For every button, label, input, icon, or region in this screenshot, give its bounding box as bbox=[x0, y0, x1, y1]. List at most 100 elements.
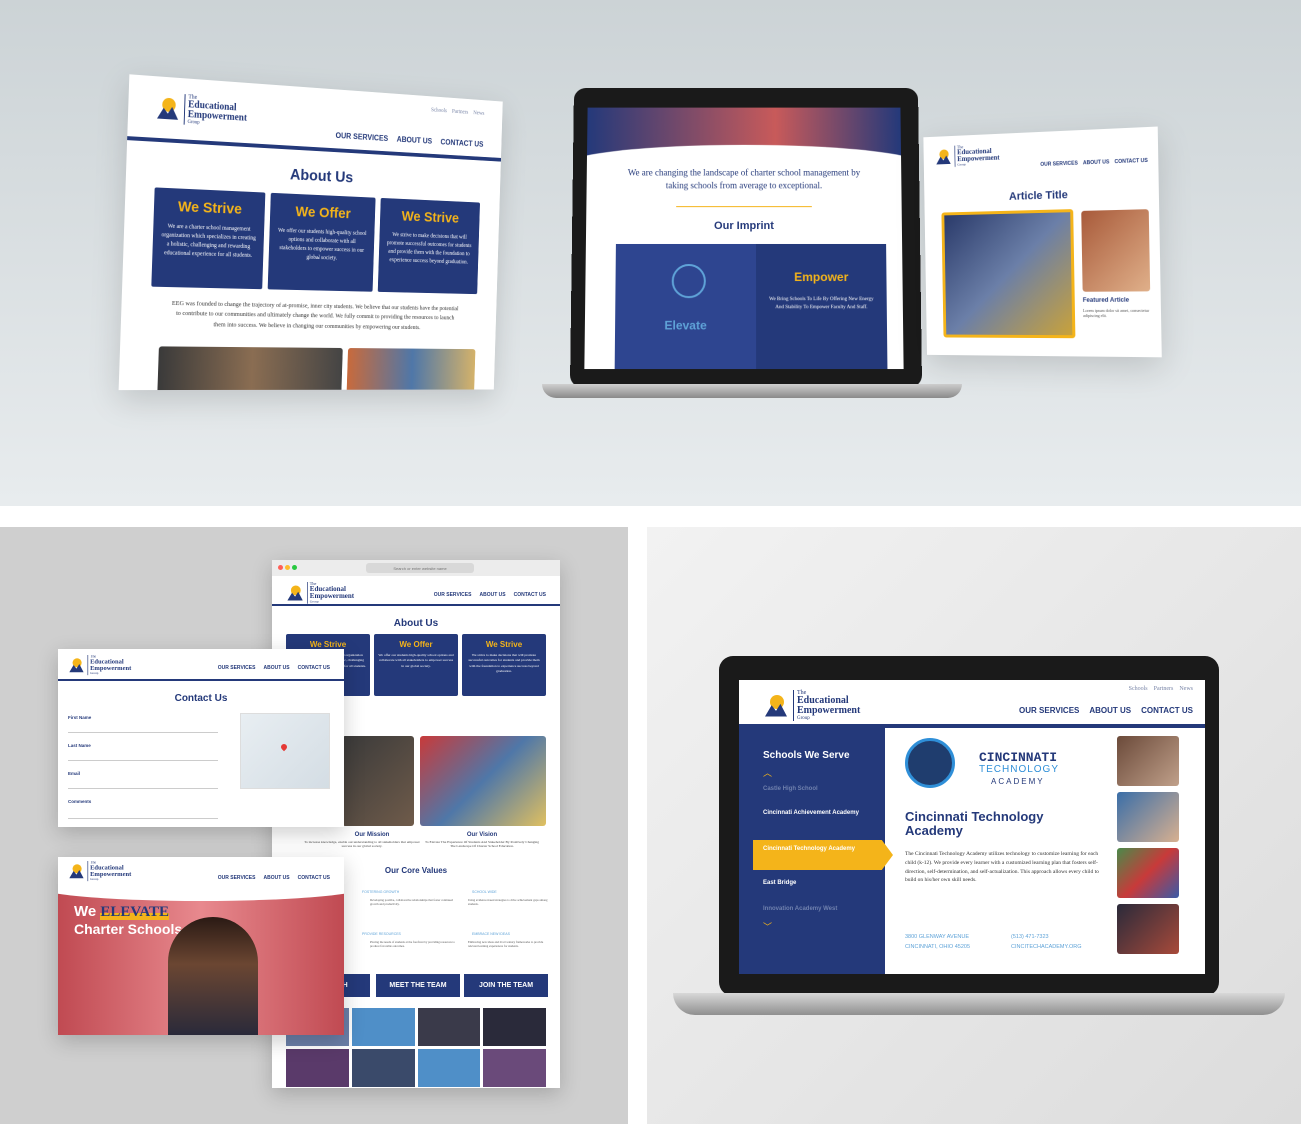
school-photo bbox=[1117, 736, 1179, 786]
laptop-screen: Schools Partners News The Educational Em… bbox=[739, 680, 1205, 974]
nav-services[interactable]: OUR SERVICES bbox=[218, 665, 256, 671]
laptop-base bbox=[673, 993, 1285, 1015]
brand-logo[interactable]: The Educational Empowerment Group bbox=[286, 582, 354, 604]
utility-link-schools[interactable]: Schools bbox=[431, 107, 447, 114]
article-page-mockup: The Educational Empowerment Group OUR SE… bbox=[923, 126, 1162, 358]
utility-link-news[interactable]: News bbox=[1179, 686, 1193, 692]
grid-photo bbox=[417, 1008, 481, 1046]
contact-title: Contact Us bbox=[174, 693, 228, 704]
utility-link-news[interactable]: News bbox=[473, 110, 484, 116]
featured-article-label: Featured Article bbox=[1082, 297, 1130, 304]
school-photo bbox=[1117, 792, 1179, 842]
brand-logo[interactable]: The Educational Empowerment Group bbox=[763, 690, 860, 721]
nav-contact[interactable]: CONTACT US bbox=[1141, 706, 1193, 715]
nav-services[interactable]: OUR SERVICES bbox=[1019, 706, 1079, 715]
hero-we: We bbox=[74, 903, 97, 920]
chevron-up-icon[interactable]: ︿ bbox=[763, 766, 772, 779]
brand-logo[interactable]: The Educational Empowerment Group bbox=[68, 655, 131, 676]
maximize-dot-icon[interactable] bbox=[292, 565, 297, 570]
contact-page-mockup: The Educational Empowerment Group OUR SE… bbox=[58, 649, 344, 827]
about-title: About Us bbox=[393, 618, 439, 629]
nav-about[interactable]: ABOUT US bbox=[263, 875, 289, 881]
school-website[interactable]: CINCITECHACADEMY.ORG bbox=[1011, 944, 1082, 950]
nav-services[interactable]: OUR SERVICES bbox=[218, 875, 256, 881]
brand-line: Empowerment bbox=[797, 705, 861, 716]
map[interactable] bbox=[240, 713, 330, 789]
card-text: We offer our students high-quality schoo… bbox=[277, 227, 367, 262]
brand-line: Group bbox=[90, 671, 99, 676]
nav-about[interactable]: ABOUT US bbox=[479, 592, 505, 598]
laptop-bezel: We are changing the landscape of charter… bbox=[569, 88, 923, 388]
map-pin-icon bbox=[279, 742, 289, 752]
hero-elevate: ELEVATE bbox=[100, 904, 170, 920]
utility-link-schools[interactable]: Schools bbox=[1129, 686, 1148, 692]
first-name-field[interactable] bbox=[68, 723, 218, 733]
student-photo bbox=[168, 917, 258, 1035]
logo-icon bbox=[935, 148, 952, 165]
school-item-active[interactable]: Cincinnati Technology Academy bbox=[753, 840, 893, 870]
last-name-field[interactable] bbox=[68, 751, 218, 761]
school-address-line: 3800 GLENWAY AVENUE bbox=[905, 934, 969, 940]
brand-logo[interactable]: The Educational Empowerment Group bbox=[155, 92, 248, 129]
main-nav: OUR SERVICES ABOUT US CONTACT US bbox=[1019, 706, 1193, 715]
nav-contact[interactable]: CONTACT US bbox=[440, 138, 483, 149]
about-card: We Offer We offer our students high-quali… bbox=[267, 192, 376, 292]
nav-services[interactable]: OUR SERVICES bbox=[1040, 160, 1078, 167]
imprint-title: Our Imprint bbox=[714, 220, 774, 233]
comments-field[interactable] bbox=[68, 807, 218, 819]
nav-contact[interactable]: CONTACT US bbox=[298, 875, 330, 881]
nav-contact[interactable]: CONTACT US bbox=[298, 665, 330, 671]
featured-article-text: Lorem ipsum dolor sit amet, consectetur … bbox=[1082, 307, 1150, 319]
nav-about[interactable]: ABOUT US bbox=[397, 135, 433, 146]
about-cards: We Strive We are a charter school managem… bbox=[151, 187, 481, 295]
utility-link-partners[interactable]: Partners bbox=[452, 109, 468, 116]
minimize-dot-icon[interactable] bbox=[285, 565, 290, 570]
laptop-screen: We are changing the landscape of charter… bbox=[584, 107, 904, 370]
school-item[interactable]: East Bridge bbox=[763, 880, 796, 886]
grid-photo bbox=[351, 1049, 415, 1087]
nav-about[interactable]: ABOUT US bbox=[1083, 159, 1110, 166]
school-item-label: Cincinnati Technology Academy bbox=[763, 846, 856, 852]
email-field[interactable] bbox=[68, 779, 218, 789]
about-card: We Strive We are a charter school managem… bbox=[151, 187, 266, 290]
close-dot-icon[interactable] bbox=[278, 565, 283, 570]
last-name-label: Last Name bbox=[68, 743, 91, 748]
grid-photo bbox=[351, 1008, 415, 1046]
value-item: PROVIDE RESOURCES bbox=[362, 932, 401, 936]
chevron-down-icon[interactable]: ﹀ bbox=[763, 920, 772, 933]
meet-team-button[interactable]: MEET THE TEAM bbox=[376, 974, 460, 997]
browser-address-bar[interactable] bbox=[366, 563, 474, 573]
value-text: Using evidence-based strategies to drive… bbox=[468, 898, 548, 906]
first-name-label: First Name bbox=[68, 715, 92, 720]
nav-about[interactable]: ABOUT US bbox=[263, 665, 289, 671]
school-phone[interactable]: (513) 471-7323 bbox=[1011, 934, 1049, 940]
elevate-label: Elevate bbox=[664, 318, 707, 333]
value-item: SCHOOL WIDE bbox=[472, 890, 497, 894]
school-item[interactable]: Castle High School bbox=[763, 786, 818, 792]
card-text: We strive to make decisions that will pr… bbox=[468, 653, 540, 673]
empower-label: Empower bbox=[794, 270, 849, 285]
school-photo bbox=[1117, 904, 1179, 954]
main-nav: OUR SERVICES ABOUT US CONTACT US bbox=[434, 592, 546, 598]
brand-logo[interactable]: The Educational Empowerment Group bbox=[935, 143, 1000, 168]
nav-services[interactable]: OUR SERVICES bbox=[335, 131, 388, 143]
utility-link-partners[interactable]: Partners bbox=[1154, 686, 1174, 692]
brand-logo[interactable]: The Educational Empowerment Group bbox=[68, 861, 131, 882]
logo-icon bbox=[155, 97, 181, 120]
school-item[interactable]: Innovation Academy West bbox=[763, 906, 837, 912]
card-title: We Offer bbox=[295, 203, 351, 223]
vision-title: Our Vision bbox=[466, 832, 498, 838]
nav-services[interactable]: OUR SERVICES bbox=[434, 592, 472, 598]
nav-contact[interactable]: CONTACT US bbox=[514, 592, 546, 598]
imprint-hero-text: We are changing the landscape of charter… bbox=[627, 167, 861, 190]
graduation-photo bbox=[941, 209, 1076, 339]
join-team-button[interactable]: JOIN THE TEAM bbox=[464, 974, 548, 997]
schools-sidebar: Schools We Serve ︿ Castle High School Ci… bbox=[739, 728, 893, 974]
about-card: We Strive We strive to make decisions tha… bbox=[462, 634, 546, 696]
nav-contact[interactable]: CONTACT US bbox=[1114, 158, 1148, 165]
grid-photo bbox=[483, 1008, 546, 1046]
school-item[interactable]: Cincinnati Achievement Academy bbox=[763, 810, 873, 816]
header-divider bbox=[272, 604, 560, 606]
about-paragraph: EEG was founded to change the trajectory… bbox=[171, 299, 459, 331]
nav-about[interactable]: ABOUT US bbox=[1089, 706, 1131, 715]
